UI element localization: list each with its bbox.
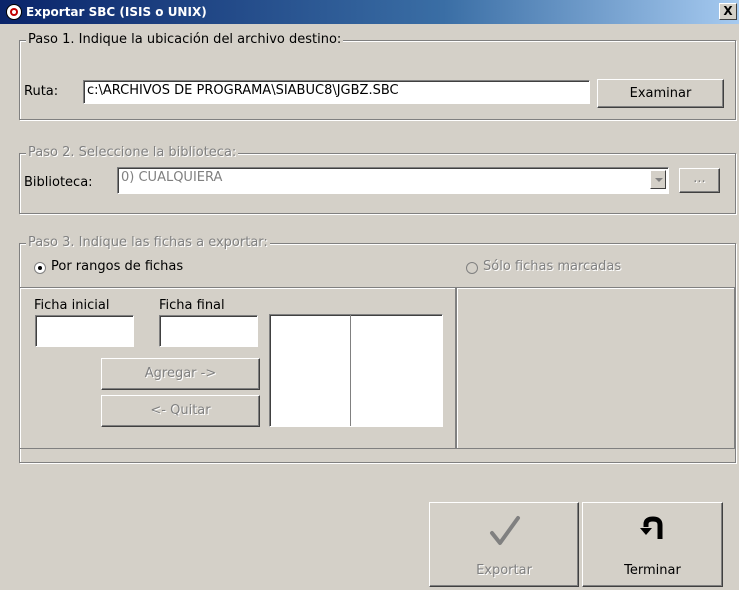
checkmark-icon	[490, 516, 520, 545]
exportar-label: Exportar	[476, 563, 532, 578]
terminar-label: Terminar	[624, 563, 681, 578]
ranges-list[interactable]	[269, 314, 443, 427]
ficha-inicial-label: Ficha inicial	[34, 298, 110, 313]
ruta-input[interactable]: c:\ARCHIVOS DE PROGRAMA\SIABUC8\JGBZ.SBC	[83, 80, 590, 104]
exportar-button[interactable]: Exportar	[429, 502, 579, 587]
marked-panel	[456, 287, 735, 449]
ellipsis-label: ...	[693, 171, 706, 186]
step3-legend: Paso 3. Indique las fichas a exportar:	[26, 235, 270, 250]
app-icon	[6, 4, 22, 20]
window-title: Exportar SBC (ISIS o UNIX)	[26, 5, 207, 19]
biblioteca-select[interactable]: 0) CUALQUIERA	[117, 167, 669, 194]
biblioteca-browse-button[interactable]: ...	[679, 168, 720, 193]
step1-legend: Paso 1. Indique la ubicación del archivo…	[26, 32, 344, 47]
examinar-label: Examinar	[629, 86, 692, 101]
biblioteca-value: 0) CUALQUIERA	[121, 170, 223, 185]
radio-rangos-label[interactable]: Por rangos de fichas	[51, 259, 183, 274]
ficha-final-label: Ficha final	[159, 298, 225, 313]
title-bar[interactable]: Exportar SBC (ISIS o UNIX) X	[0, 0, 739, 24]
close-button[interactable]: X	[719, 3, 737, 20]
quitar-label: <- Quitar	[150, 403, 211, 418]
examinar-button[interactable]: Examinar	[597, 79, 724, 108]
radio-marcadas[interactable]	[466, 262, 478, 274]
terminar-button[interactable]: Terminar	[582, 502, 723, 587]
ficha-final-input[interactable]	[159, 315, 258, 347]
agregar-label: Agregar ->	[144, 366, 217, 381]
ranges-list-divider	[350, 315, 351, 426]
radio-marcadas-label[interactable]: Sólo fichas marcadas	[483, 259, 621, 274]
export-dialog: Exportar SBC (ISIS o UNIX) X Paso 1. Ind…	[0, 0, 739, 590]
chevron-down-icon[interactable]	[650, 170, 666, 189]
quitar-button[interactable]: <- Quitar	[101, 395, 260, 427]
ruta-label: Ruta:	[24, 84, 59, 99]
u-turn-arrow-icon	[640, 516, 663, 539]
step2-legend: Paso 2. Seleccione la biblioteca:	[26, 145, 239, 160]
radio-rangos[interactable]	[34, 262, 46, 274]
biblioteca-label: Biblioteca:	[24, 175, 93, 190]
ficha-inicial-input[interactable]	[35, 315, 134, 347]
agregar-button[interactable]: Agregar ->	[101, 358, 260, 390]
